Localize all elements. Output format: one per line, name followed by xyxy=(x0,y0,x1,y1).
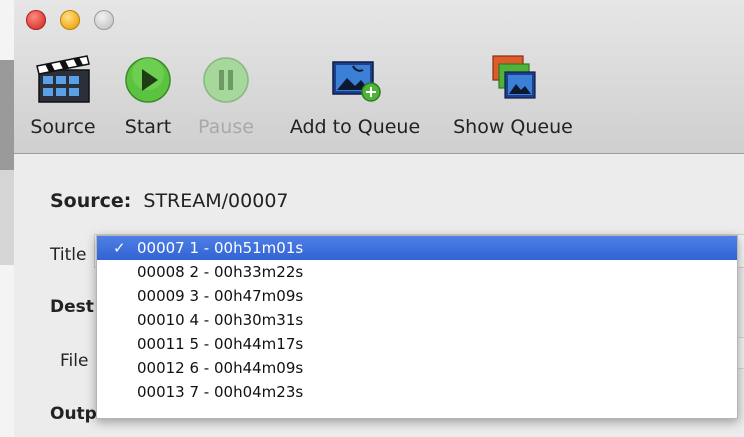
title-option-1[interactable]: ✓ 00007 1 - 00h51m01s xyxy=(97,236,737,260)
title-option-text: 00009 3 - 00h47m09s xyxy=(137,287,304,305)
checkmark-icon: ✓ xyxy=(113,239,126,257)
output-label: Outp xyxy=(50,404,97,424)
title-option-text: 00013 7 - 00h04m23s xyxy=(137,383,304,401)
pause-button[interactable]: Pause xyxy=(194,50,258,138)
title-option-text: 00007 1 - 00h51m01s xyxy=(137,239,304,257)
show-queue-button[interactable]: Show Queue xyxy=(446,50,580,138)
add-to-queue-icon xyxy=(332,61,381,102)
title-dropdown-menu[interactable]: ✓ 00007 1 - 00h51m01s 00008 2 - 00h33m22… xyxy=(96,235,738,419)
title-option-text: 00010 4 - 00h30m31s xyxy=(137,311,304,329)
play-icon xyxy=(125,57,171,103)
title-option-text: 00008 2 - 00h33m22s xyxy=(137,263,304,281)
title-option-5[interactable]: 00011 5 - 00h44m17s xyxy=(97,332,737,356)
title-option-6[interactable]: 00012 6 - 00h44m09s xyxy=(97,356,737,380)
source-value: STREAM/00007 xyxy=(143,190,289,212)
file-label: File xyxy=(60,351,89,371)
title-option-text: 00012 6 - 00h44m09s xyxy=(137,359,304,377)
start-button[interactable]: Start xyxy=(120,50,176,138)
pause-label: Pause xyxy=(198,116,254,138)
source-field-label: Source: xyxy=(50,190,132,212)
add-to-queue-label: Add to Queue xyxy=(289,116,421,138)
clapperboard-icon xyxy=(36,55,90,103)
show-queue-icon xyxy=(492,55,536,99)
minimize-button[interactable] xyxy=(60,10,80,30)
title-option-2[interactable]: 00008 2 - 00h33m22s xyxy=(97,260,737,284)
pause-icon xyxy=(203,57,249,103)
start-label: Start xyxy=(124,116,172,138)
close-button[interactable] xyxy=(26,10,46,30)
title-option-3[interactable]: 00009 3 - 00h47m09s xyxy=(97,284,737,308)
source-label: Source xyxy=(30,116,96,138)
title-option-7[interactable]: 00013 7 - 00h04m23s xyxy=(97,380,737,404)
show-queue-label: Show Queue xyxy=(453,116,573,138)
title-label: Title xyxy=(50,245,87,265)
background-window-edge xyxy=(0,0,15,437)
add-to-queue-button[interactable]: Add to Queue xyxy=(280,50,430,138)
source-button[interactable]: Source xyxy=(28,50,98,138)
title-option-text: 00011 5 - 00h44m17s xyxy=(137,335,304,353)
zoom-button[interactable] xyxy=(94,10,114,30)
handbrake-window: Source Start Pause Add to Queue Show Que… xyxy=(14,0,744,437)
title-option-4[interactable]: 00010 4 - 00h30m31s xyxy=(97,308,737,332)
source-row: Source: STREAM/00007 xyxy=(50,190,289,212)
toolbar: Source Start Pause Add to Queue Show Que… xyxy=(14,0,744,154)
destination-label: Dest xyxy=(50,297,94,317)
